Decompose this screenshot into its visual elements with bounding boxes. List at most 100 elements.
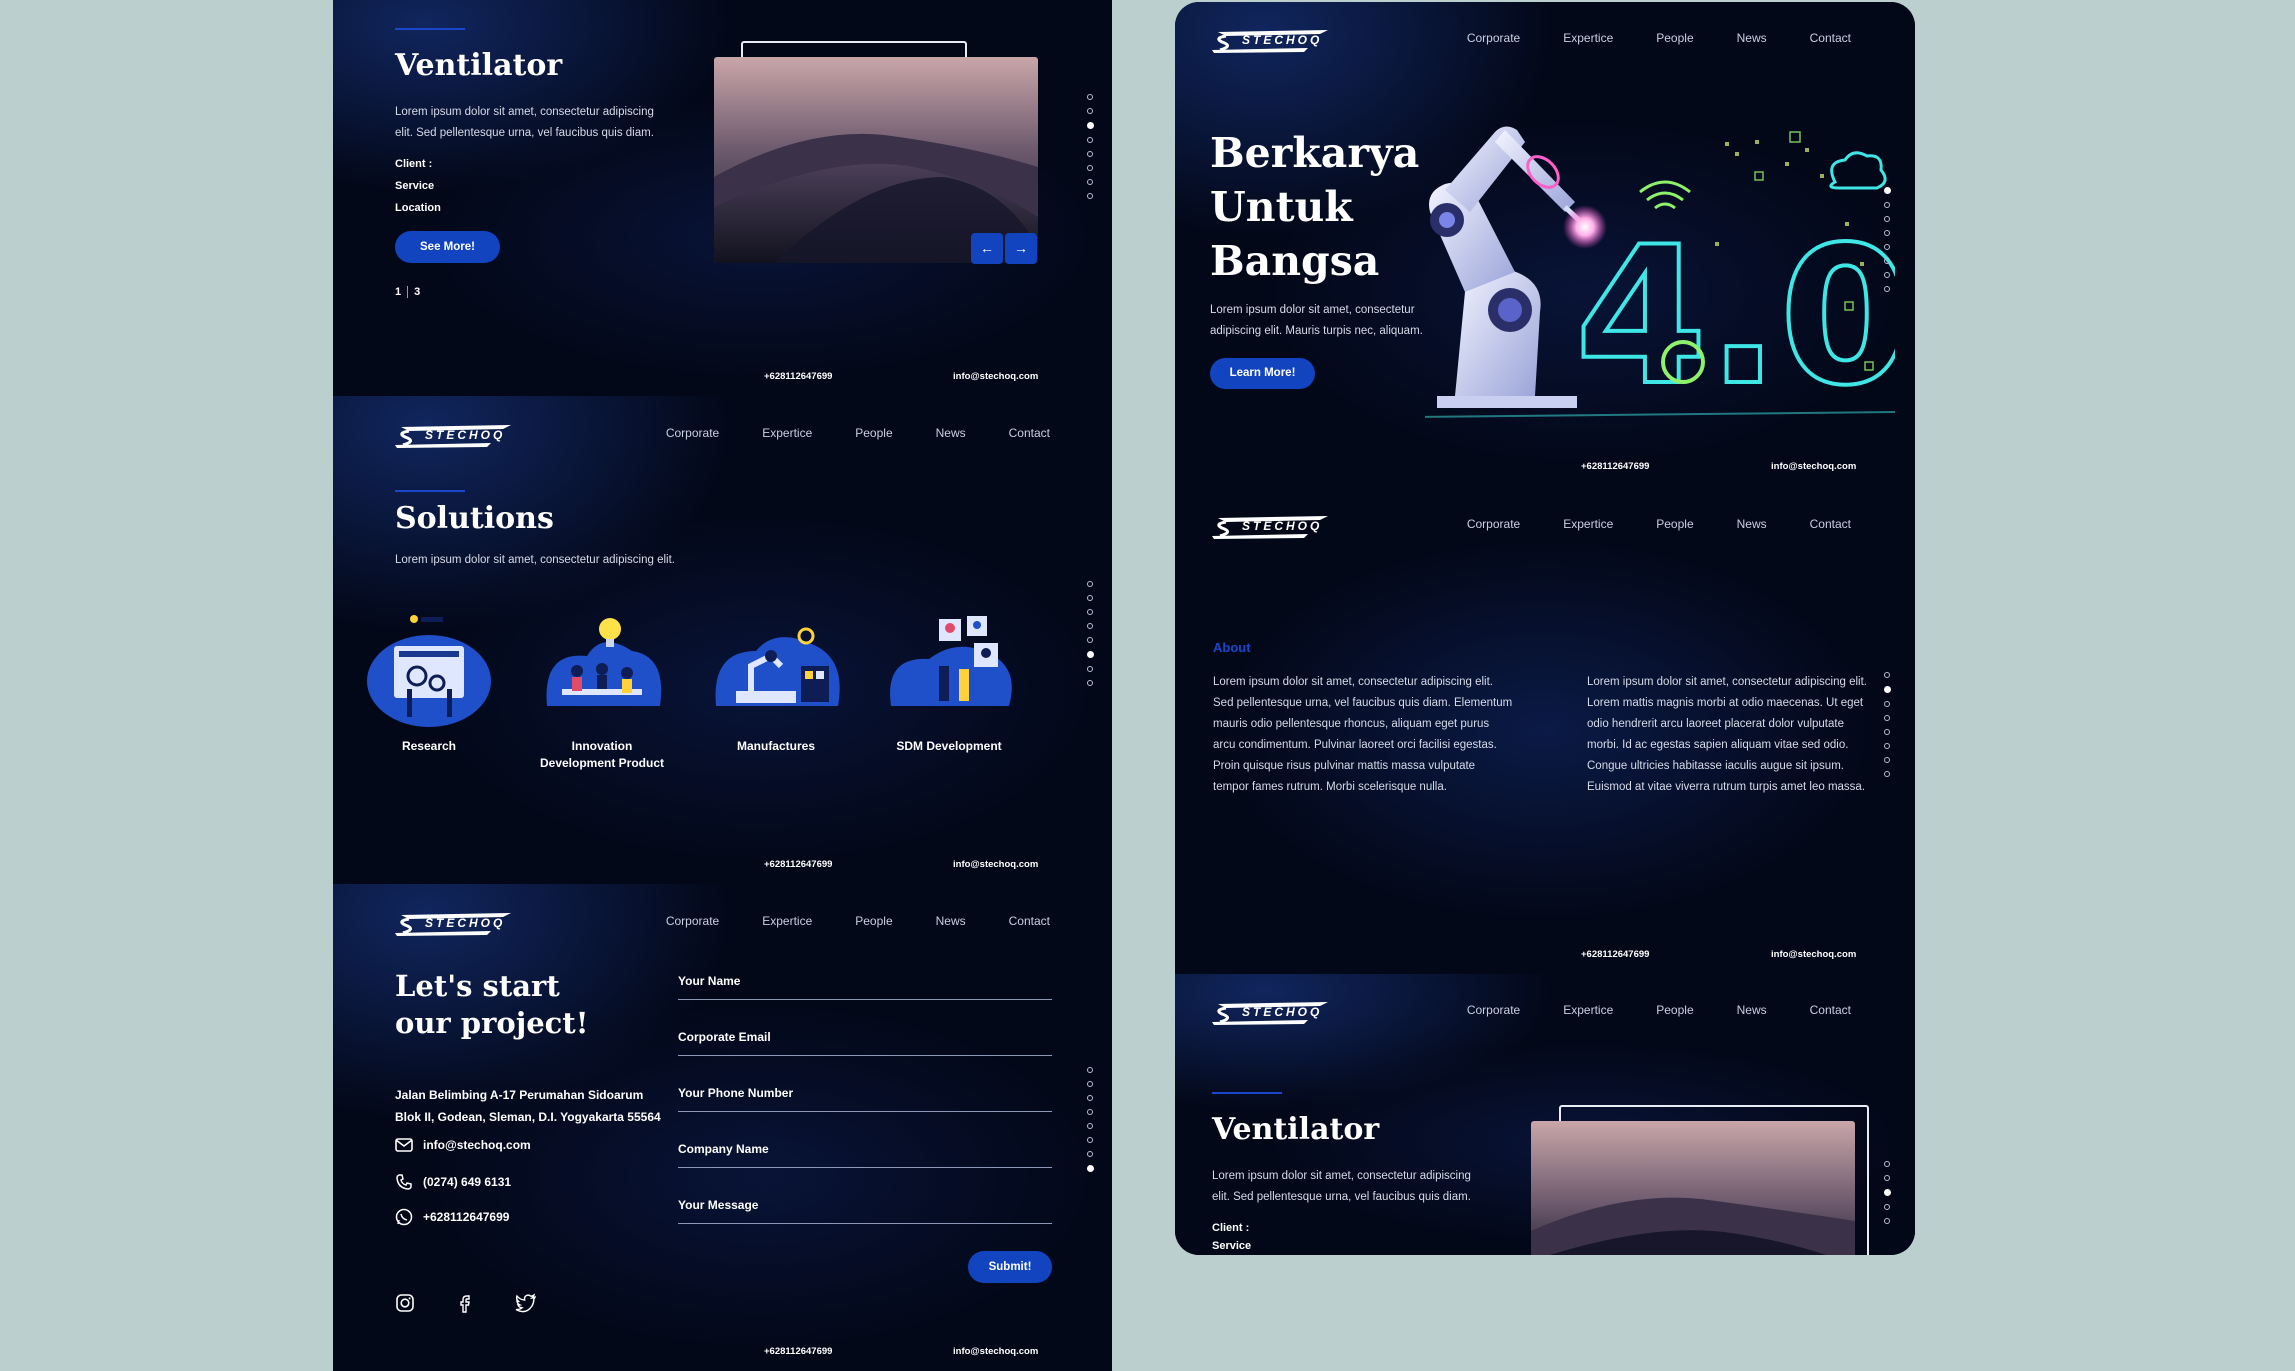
solution-manufactures[interactable]: Manufactures	[706, 611, 846, 755]
contact-email[interactable]: info@stechoq.com	[423, 1138, 531, 1152]
nav-corporate[interactable]: Corporate	[1467, 1003, 1520, 1017]
dot-active[interactable]	[1086, 651, 1094, 658]
dot[interactable]	[1884, 1204, 1890, 1210]
dot[interactable]	[1087, 1067, 1093, 1073]
dot[interactable]	[1884, 1161, 1890, 1167]
nav-contact[interactable]: Contact	[1810, 517, 1851, 531]
dot[interactable]	[1087, 1123, 1093, 1129]
nav-corporate[interactable]: Corporate	[1467, 31, 1520, 45]
nav-expertice[interactable]: Expertice	[762, 426, 812, 440]
footer-phone[interactable]: +628112647699	[1581, 461, 1649, 472]
nav-contact[interactable]: Contact	[1009, 914, 1050, 928]
contact-email-row[interactable]: info@stechoq.com	[395, 1138, 531, 1152]
your-name-field[interactable]: Your Name	[678, 966, 1052, 1000]
phone-number-field[interactable]: Your Phone Number	[678, 1078, 1052, 1112]
dot[interactable]	[1087, 1109, 1093, 1115]
corporate-email-field[interactable]: Corporate Email	[678, 1022, 1052, 1056]
dot[interactable]	[1087, 666, 1093, 672]
dot[interactable]	[1884, 1218, 1890, 1224]
nav-expertice[interactable]: Expertice	[762, 914, 812, 928]
dot[interactable]	[1087, 680, 1093, 686]
dot[interactable]	[1087, 94, 1093, 100]
footer-email[interactable]: info@stechoq.com	[953, 1346, 1038, 1357]
solution-research[interactable]: Research	[359, 611, 499, 755]
nav-people[interactable]: People	[855, 426, 892, 440]
stechoq-logo[interactable]: STECHOQ	[1212, 1000, 1328, 1026]
stechoq-logo[interactable]: STECHOQ	[395, 911, 511, 937]
nav-people[interactable]: People	[1656, 1003, 1693, 1017]
dot-active[interactable]	[1086, 1165, 1094, 1172]
pager-total[interactable]: 3	[414, 286, 420, 298]
nav-contact[interactable]: Contact	[1810, 31, 1851, 45]
dot[interactable]	[1087, 623, 1093, 629]
learn-more-button[interactable]: Learn More!	[1210, 358, 1315, 389]
dot[interactable]	[1884, 286, 1890, 292]
stechoq-logo[interactable]: STECHOQ	[1212, 28, 1328, 54]
dot[interactable]	[1884, 244, 1890, 250]
footer-phone[interactable]: +628112647699	[764, 859, 832, 870]
see-more-button[interactable]: See More!	[395, 231, 500, 263]
dot[interactable]	[1884, 757, 1890, 763]
dot[interactable]	[1884, 202, 1890, 208]
dot[interactable]	[1087, 137, 1093, 143]
stechoq-logo[interactable]: STECHOQ	[395, 423, 511, 449]
dot[interactable]	[1884, 258, 1890, 264]
footer-email[interactable]: info@stechoq.com	[1771, 461, 1856, 472]
dot[interactable]	[1884, 230, 1890, 236]
dot[interactable]	[1884, 743, 1890, 749]
nav-corporate[interactable]: Corporate	[666, 914, 719, 928]
dot[interactable]	[1884, 672, 1890, 678]
stechoq-logo[interactable]: STECHOQ	[1212, 514, 1328, 540]
dot[interactable]	[1087, 165, 1093, 171]
dot[interactable]	[1087, 581, 1093, 587]
contact-whatsapp-row[interactable]: +628112647699	[395, 1208, 509, 1226]
nav-news[interactable]: News	[936, 426, 966, 440]
dot[interactable]	[1884, 771, 1890, 777]
footer-phone[interactable]: +628112647699	[764, 1346, 832, 1357]
dot[interactable]	[1087, 193, 1093, 199]
solution-innovation[interactable]: Innovation Development Product	[532, 611, 672, 772]
dot[interactable]	[1087, 637, 1093, 643]
dot[interactable]	[1087, 1137, 1093, 1143]
nav-contact[interactable]: Contact	[1009, 426, 1050, 440]
dot[interactable]	[1087, 1081, 1093, 1087]
pager-current[interactable]: 1	[395, 286, 401, 298]
instagram-icon[interactable]	[395, 1293, 415, 1313]
dot[interactable]	[1884, 715, 1890, 721]
dot[interactable]	[1884, 701, 1890, 707]
contact-phone[interactable]: (0274) 649 6131	[423, 1175, 511, 1189]
nav-people[interactable]: People	[1656, 517, 1693, 531]
company-name-field[interactable]: Company Name	[678, 1134, 1052, 1168]
nav-news[interactable]: News	[1737, 517, 1767, 531]
dot[interactable]	[1087, 609, 1093, 615]
dot[interactable]	[1087, 179, 1093, 185]
nav-expertice[interactable]: Expertice	[1563, 31, 1613, 45]
solution-sdm-development[interactable]: SDM Development	[879, 611, 1019, 755]
dot[interactable]	[1087, 108, 1093, 114]
submit-button[interactable]: Submit!	[968, 1251, 1052, 1283]
dot-active[interactable]	[1883, 187, 1891, 194]
message-field[interactable]: Your Message	[678, 1190, 1052, 1224]
next-arrow-button[interactable]: →	[1005, 233, 1037, 264]
dot[interactable]	[1884, 216, 1890, 222]
nav-people[interactable]: People	[1656, 31, 1693, 45]
footer-email[interactable]: info@stechoq.com	[953, 371, 1038, 382]
dot-active[interactable]	[1883, 1189, 1891, 1196]
dot[interactable]	[1087, 595, 1093, 601]
nav-expertice[interactable]: Expertice	[1563, 1003, 1613, 1017]
contact-phone-row[interactable]: (0274) 649 6131	[395, 1173, 511, 1191]
nav-people[interactable]: People	[855, 914, 892, 928]
dot[interactable]	[1087, 1151, 1093, 1157]
dot[interactable]	[1884, 1175, 1890, 1181]
dot[interactable]	[1087, 1095, 1093, 1101]
dot[interactable]	[1087, 151, 1093, 157]
contact-whatsapp[interactable]: +628112647699	[423, 1210, 509, 1224]
footer-email[interactable]: info@stechoq.com	[1771, 949, 1856, 960]
nav-news[interactable]: News	[1737, 1003, 1767, 1017]
dot[interactable]	[1884, 272, 1890, 278]
dot-active[interactable]	[1086, 122, 1094, 129]
dot-active[interactable]	[1883, 686, 1891, 693]
nav-contact[interactable]: Contact	[1810, 1003, 1851, 1017]
nav-news[interactable]: News	[1737, 31, 1767, 45]
twitter-icon[interactable]	[515, 1293, 537, 1313]
